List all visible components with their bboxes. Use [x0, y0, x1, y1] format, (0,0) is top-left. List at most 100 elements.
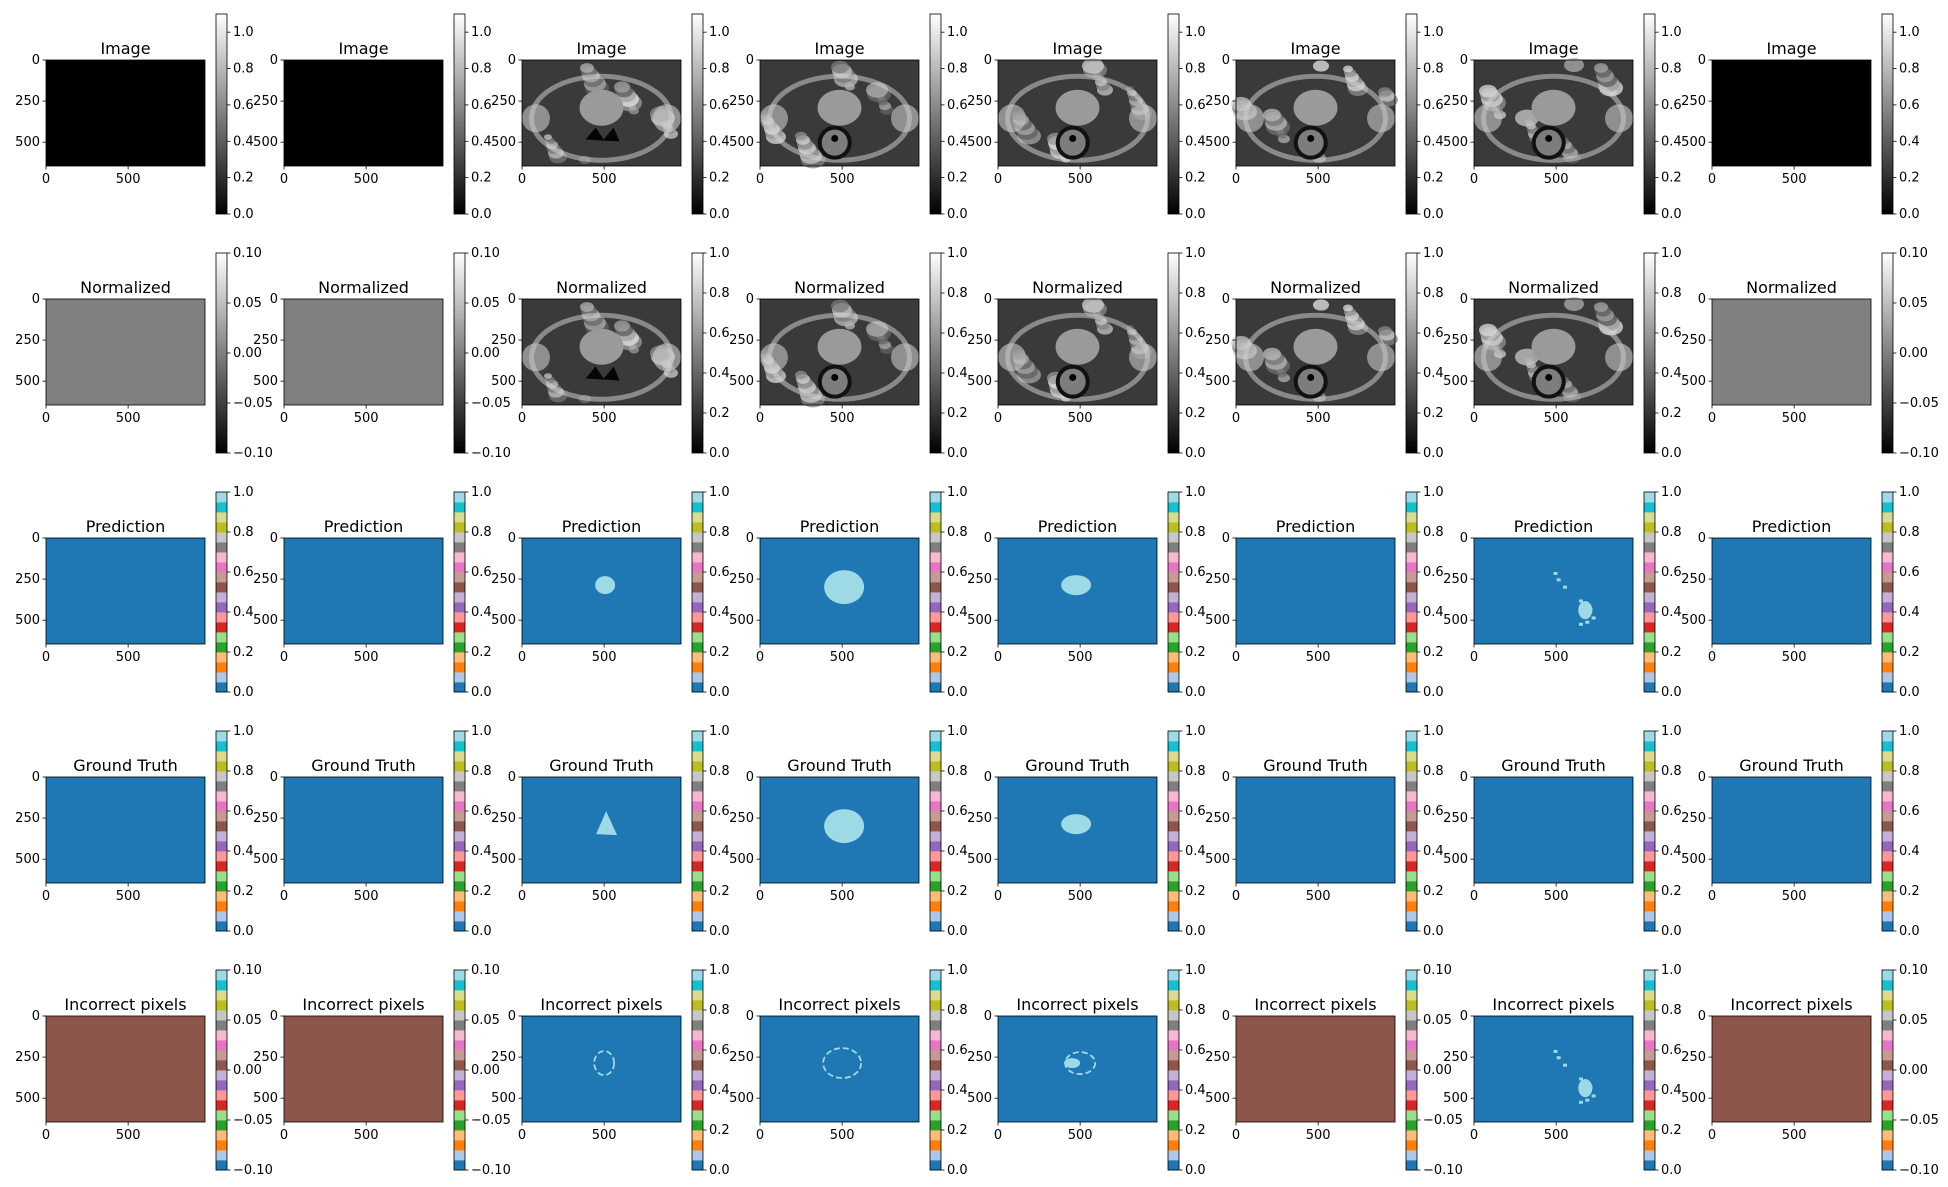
colorbar-tick-label: 0.4: [471, 605, 492, 620]
colorbar-segment: [216, 662, 227, 673]
y-tick-label: 0: [270, 292, 278, 307]
y-tick-label: 250: [491, 94, 516, 109]
y-tick-label: 500: [1205, 852, 1230, 867]
y-tick-label: 250: [1205, 1050, 1230, 1065]
colorbar-tick-label: 1.0: [1423, 724, 1444, 739]
mri-tissue: [1343, 65, 1353, 73]
y-tick-label: 0: [508, 531, 516, 546]
colorbar-segment: [1882, 851, 1893, 862]
colorbar-segment: [216, 602, 227, 613]
colorbar-tick-label: 0.00: [1899, 1063, 1928, 1078]
colorbar-tick-label: 0.6: [1899, 565, 1920, 580]
colorbar-segment: [1406, 542, 1417, 553]
colorbar-segment: [216, 911, 227, 922]
colorbar-segment: [1882, 682, 1893, 693]
y-tick-label: 500: [967, 852, 992, 867]
colorbar-segment: [216, 562, 227, 573]
colorbar-segment: [1644, 502, 1655, 513]
colorbar-tick-label: 0.4: [709, 366, 730, 381]
image-area: [1236, 1016, 1395, 1122]
x-tick-label: 500: [592, 411, 617, 426]
panel-r1-c0: Normalized 0 500 0 250 500 −0.10 −0.05 0.00 0.05 0…: [15, 246, 273, 461]
colorbar-tick-label: −0.10: [233, 1163, 273, 1178]
image-area: [46, 60, 205, 166]
mri-femoral-left: [998, 343, 1026, 372]
colorbar-segment: [692, 502, 703, 513]
x-tick-label: 500: [592, 889, 617, 904]
colorbar-segment: [1168, 512, 1179, 523]
colorbar-segment: [930, 652, 941, 663]
colorbar-segment: [1406, 582, 1417, 593]
colorbar-tick-label: 0.0: [709, 1163, 730, 1178]
colorbar-segment: [692, 532, 703, 543]
colorbar-segment: [692, 841, 703, 852]
colorbar-tick-label: 0.8: [709, 62, 730, 77]
colorbar-tick-label: 0.2: [709, 884, 730, 899]
colorbar-tick-label: 0.6: [1423, 565, 1444, 580]
colorbar-segment: [930, 781, 941, 792]
panel-r1-c5: Normalized 0 500 0 250 500 0.0 0.2 0.4 0.6 0.8 1.0: [1205, 246, 1444, 461]
x-tick-label: 500: [1306, 650, 1331, 665]
colorbar-segment: [216, 921, 227, 932]
panel-r0-c3: Image 0 500 0 250 500 0.0 0.2 0.4 0.6 0.8 1.0: [729, 13, 968, 222]
colorbar-segment: [1168, 642, 1179, 653]
colorbar-tick-label: 0.8: [1899, 764, 1920, 779]
x-tick-label: 0: [994, 411, 1002, 426]
colorbar-segment: [454, 1040, 465, 1051]
panel-r3-c3: Ground Truth 0 500 0 250 500 0.0 0.2 0.4 0.6 0.8 1.…: [729, 724, 968, 939]
colorbar-tick-label: 1.0: [1661, 25, 1682, 40]
colorbar-segment: [454, 1010, 465, 1021]
colorbar-segment: [930, 731, 941, 742]
colorbar-segment: [1644, 652, 1655, 663]
x-tick-label: 0: [756, 411, 764, 426]
panel-title: Image: [338, 39, 388, 58]
y-tick-label: 250: [15, 333, 40, 348]
x-tick-label: 0: [756, 172, 764, 187]
colorbar-tick-label: 1.0: [1185, 246, 1206, 261]
image-area: [1712, 1016, 1871, 1122]
colorbar-segment: [216, 652, 227, 663]
colorbar-tick-label: 0.8: [947, 1003, 968, 1018]
colorbar-segment: [1644, 791, 1655, 802]
colorbar-segment: [1168, 990, 1179, 1001]
colorbar-segment: [1644, 801, 1655, 812]
colorbar-segment: [692, 1060, 703, 1071]
colorbar-segment: [1168, 841, 1179, 852]
colorbar-segment: [1406, 1030, 1417, 1041]
y-tick-label: 500: [253, 613, 278, 628]
colorbar-segment: [1882, 881, 1893, 892]
colorbar-tick-label: 0.0: [1185, 924, 1206, 939]
colorbar-segment: [1644, 1060, 1655, 1071]
colorbar-segment: [454, 1110, 465, 1121]
colorbar-segment: [1406, 1090, 1417, 1101]
panel-title: Ground Truth: [787, 756, 892, 775]
colorbar-segment: [216, 1130, 227, 1141]
panel-title: Incorrect pixels: [540, 995, 662, 1014]
x-tick-label: 500: [1544, 172, 1569, 187]
y-tick-label: 500: [1443, 1091, 1468, 1106]
colorbar-segment: [1644, 1120, 1655, 1131]
x-tick-label: 500: [116, 411, 141, 426]
colorbar-segment: [216, 731, 227, 742]
colorbar-segment: [1406, 751, 1417, 762]
colorbar-segment: [1644, 672, 1655, 683]
colorbar-tick-label: 0.05: [1423, 1013, 1452, 1028]
colorbar-segment: [454, 741, 465, 752]
colorbar-segment: [1882, 1140, 1893, 1151]
colorbar-segment: [930, 741, 941, 752]
colorbar-segment: [216, 522, 227, 533]
colorbar-tick-label: 0.05: [1899, 1013, 1928, 1028]
colorbar-segment: [1644, 1030, 1655, 1041]
colorbar-segment: [930, 911, 941, 922]
colorbar-segment: [216, 761, 227, 772]
y-tick-label: 500: [253, 374, 278, 389]
colorbar-tick-label: 1.0: [709, 724, 730, 739]
colorbar-segment: [930, 682, 941, 693]
colorbar-segment: [216, 751, 227, 762]
y-tick-label: 250: [1205, 94, 1230, 109]
colorbar-segment: [1406, 980, 1417, 991]
colorbar-segment: [216, 980, 227, 991]
colorbar-segment: [692, 592, 703, 603]
y-tick-label: 500: [1205, 135, 1230, 150]
colorbar-tick-label: 0.0: [947, 685, 968, 700]
